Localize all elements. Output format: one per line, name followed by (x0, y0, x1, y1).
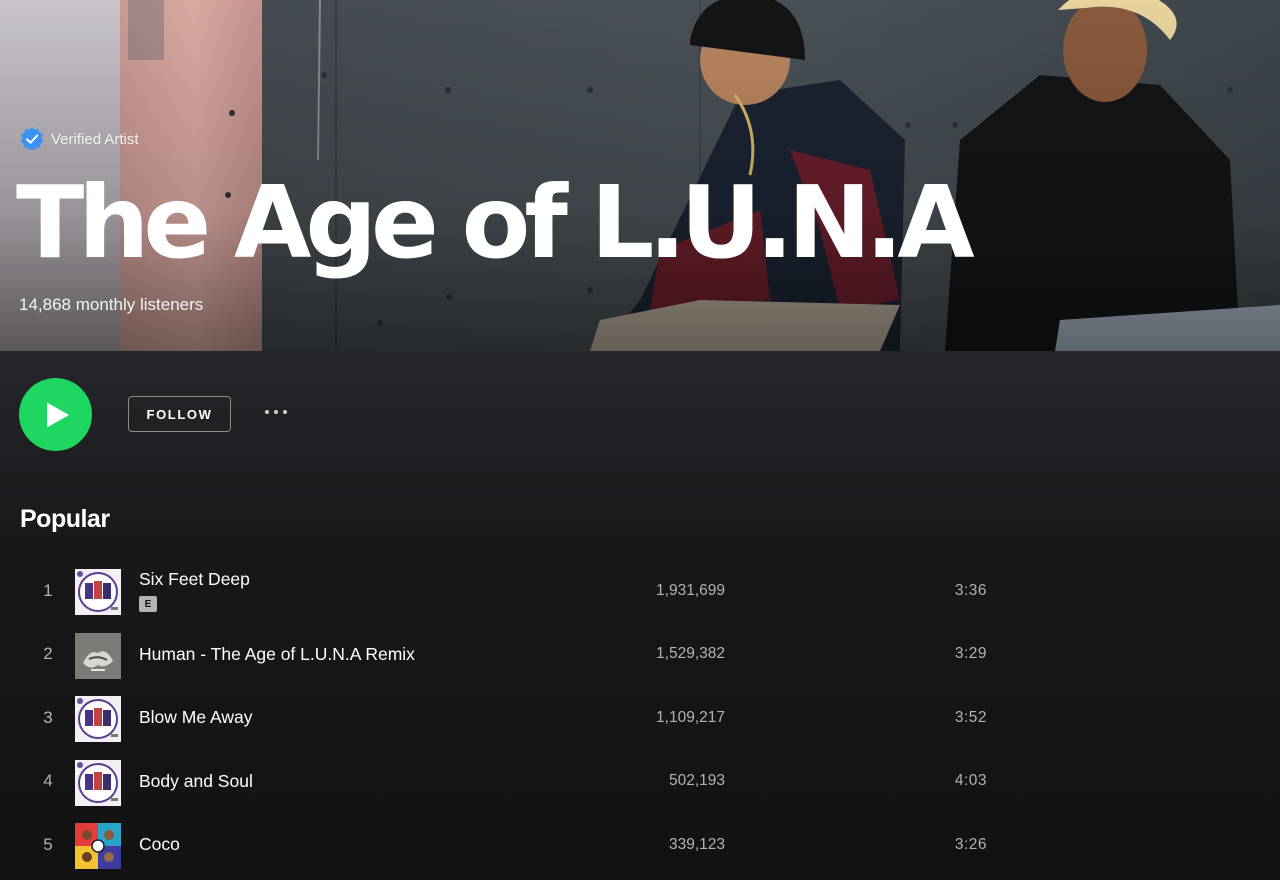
track-row[interactable]: 3 Blow Me Away 1,109,217 3:52 (0, 686, 1000, 750)
track-title[interactable]: Human - The Age of L.U.N.A Remix (139, 644, 415, 665)
track-duration: 4:03 (954, 772, 987, 790)
track-play-count: 1,529,382 (656, 645, 725, 663)
track-play-count: 1,931,699 (656, 581, 725, 599)
track-number: 5 (43, 834, 53, 854)
monthly-listeners: 14,868 monthly listeners (19, 295, 204, 314)
track-row[interactable]: 4 Body and Soul 502,193 4:03 (0, 750, 1000, 814)
play-button[interactable] (19, 378, 92, 451)
artist-content: FOLLOW Popular 1 Six Feet Deep E 1,931,6… (0, 351, 1280, 880)
follow-button[interactable]: FOLLOW (128, 396, 231, 432)
track-play-count: 1,109,217 (656, 708, 725, 726)
track-title[interactable]: Body and Soul (139, 771, 253, 792)
more-options-icon (265, 410, 269, 414)
track-play-count: 339,123 (668, 835, 725, 853)
track-title-group: Human - The Age of L.U.N.A Remix (139, 623, 415, 687)
artist-name: The Age of L.U.N.A (16, 164, 975, 281)
explicit-badge: E (139, 596, 157, 613)
track-cover-image (75, 759, 121, 806)
verified-check-icon (20, 127, 44, 151)
track-number: 3 (43, 707, 53, 727)
track-number: 1 (43, 580, 53, 600)
track-title-group: Coco (139, 813, 180, 877)
track-cover-image (75, 569, 121, 615)
track-title[interactable]: Coco (139, 834, 180, 855)
popular-section-title: Popular (20, 505, 110, 533)
track-row[interactable]: 2 Human - The Age of L.U.N.A Remix 1,529… (0, 623, 1000, 687)
track-title-group: Body and Soul (139, 750, 253, 814)
artist-header: Verified Artist The Age of L.U.N.A 14,86… (0, 0, 1280, 351)
track-title[interactable]: Six Feet Deep (139, 569, 250, 590)
track-number: 4 (43, 771, 53, 791)
track-cover-image (75, 632, 121, 679)
track-cover-image (75, 696, 121, 742)
track-duration: 3:26 (954, 835, 987, 853)
verified-artist-label: Verified Artist (51, 130, 139, 148)
popular-track-list: 1 Six Feet Deep E 1,931,699 3:36 2 Human… (0, 559, 1000, 877)
more-options-button[interactable] (258, 401, 294, 423)
track-title-group: Six Feet Deep E (139, 559, 250, 623)
verified-artist-badge: Verified Artist (19, 126, 139, 152)
track-row[interactable]: 1 Six Feet Deep E 1,931,699 3:36 (0, 559, 1000, 623)
track-number: 2 (43, 644, 53, 664)
track-title[interactable]: Blow Me Away (139, 707, 252, 728)
track-play-count: 502,193 (668, 772, 725, 790)
play-icon (46, 402, 69, 427)
artist-page: Verified Artist The Age of L.U.N.A 14,86… (0, 0, 1280, 880)
track-duration: 3:29 (954, 645, 987, 663)
more-options-icon (274, 410, 278, 414)
track-duration: 3:36 (954, 581, 987, 599)
track-cover-image (75, 823, 121, 869)
track-title-group: Blow Me Away (139, 686, 252, 750)
track-duration: 3:52 (954, 708, 987, 726)
more-options-icon (283, 410, 287, 414)
track-row[interactable]: 5 Coco 339,123 3:26 (0, 813, 1000, 877)
